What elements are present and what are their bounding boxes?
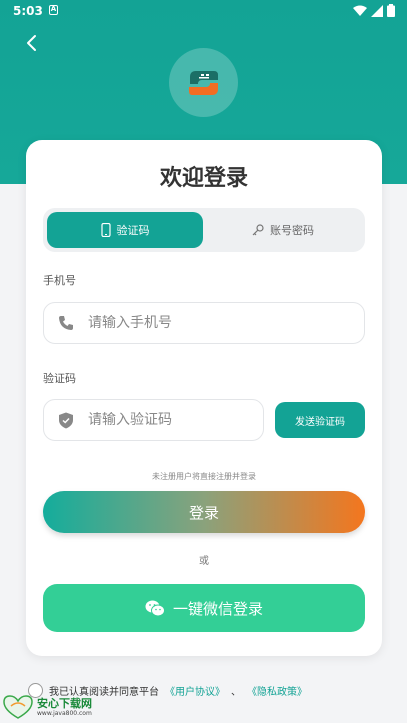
tab-account-password-label: 账号密码	[270, 224, 314, 237]
phone-icon	[100, 223, 111, 237]
wechat-login-button[interactable]: 一键微信登录	[43, 584, 365, 632]
app-logo-icon	[188, 70, 218, 95]
notification-a-icon: A	[49, 5, 58, 15]
code-label: 验证码	[43, 372, 76, 385]
code-field[interactable]	[43, 399, 264, 441]
watermark-logo-icon	[3, 695, 33, 719]
login-button[interactable]: 登录	[43, 491, 365, 533]
login-card: 欢迎登录 验证码 账号密码 手机号 验证码	[26, 140, 382, 656]
tab-verification-code[interactable]: 验证码	[47, 212, 203, 248]
app-logo	[169, 48, 238, 117]
or-divider: 或	[199, 556, 209, 567]
tab-account-password[interactable]: 账号密码	[205, 212, 361, 248]
wechat-icon	[145, 600, 165, 616]
watermark-title: 安心下载网	[37, 696, 92, 710]
user-agreement-link[interactable]: 《用户协议》	[165, 683, 225, 698]
battery-icon	[387, 4, 395, 17]
agreement-separator: 、	[231, 686, 241, 698]
watermark-url: www.java800.com	[37, 709, 92, 717]
phone-field[interactable]	[43, 302, 365, 344]
code-input[interactable]	[88, 412, 263, 428]
wechat-login-label: 一键微信登录	[172, 599, 263, 618]
login-method-tabs: 验证码 账号密码	[43, 208, 365, 252]
send-code-button[interactable]: 发送验证码	[275, 402, 365, 438]
tab-verification-code-label: 验证码	[116, 224, 150, 237]
status-bar: 5:03 A	[0, 0, 407, 22]
signal-icon	[371, 4, 383, 17]
back-button[interactable]	[18, 30, 44, 56]
registration-hint: 未注册用户将直接注册并登录	[152, 472, 256, 481]
privacy-policy-link[interactable]: 《隐私政策》	[247, 683, 307, 698]
phone-label: 手机号	[43, 274, 76, 287]
status-indicators	[353, 4, 395, 17]
phone-input[interactable]	[88, 315, 364, 331]
phone-handset-icon	[44, 315, 88, 331]
chevron-left-icon	[27, 35, 36, 51]
wifi-icon	[353, 5, 367, 16]
shield-icon	[44, 412, 88, 429]
page-title: 欢迎登录	[159, 166, 248, 191]
key-icon	[252, 224, 264, 236]
watermark: 安心下载网 www.java800.com	[2, 693, 112, 721]
status-time: 5:03	[13, 4, 43, 18]
